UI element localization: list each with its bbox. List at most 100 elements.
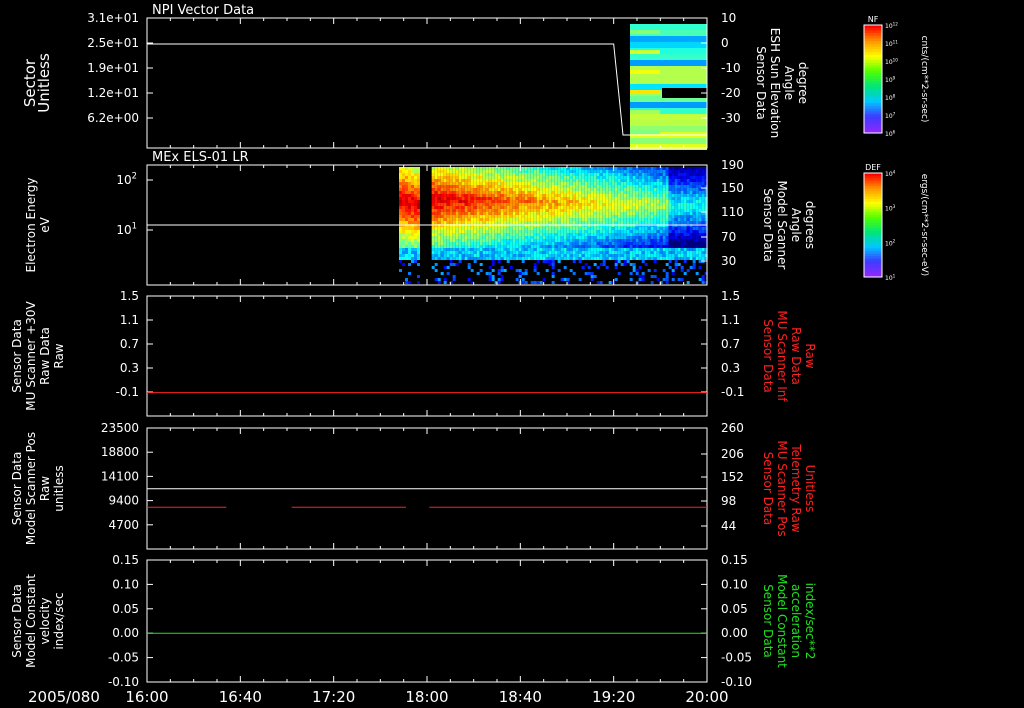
heatmap-cell [497,281,501,284]
heatmap-cell [482,209,486,212]
heatmap-cell [683,173,687,176]
heatmap-cell [656,182,660,185]
y-tick-label-left: 1.9e+01 [87,61,139,75]
heatmap-cell [605,194,609,197]
heatmap-cell [668,254,672,257]
heatmap-cell [488,182,492,185]
heatmap-cell [671,245,675,248]
heatmap-cell [431,176,435,179]
heatmap-cell [659,221,663,224]
heatmap-cell [698,179,702,182]
heatmap-cell [608,194,612,197]
heatmap-cell [417,173,420,176]
heatmap-cell [569,257,573,260]
heatmap-cell [614,188,618,191]
heatmap-cell [590,233,594,236]
heatmap-cell [452,206,456,209]
heatmap-cell [458,170,462,173]
heatmap-cell [668,233,672,236]
y-axis-label-right: MU Scanner Pos [775,440,789,536]
heatmap-cell [512,218,516,221]
heatmap-cell [569,182,573,185]
heatmap-cell [405,200,408,203]
heatmap-cell [599,176,603,179]
heatmap-cell [557,221,561,224]
heatmap-cell [446,197,450,200]
heatmap-cell [611,194,615,197]
heatmap-cell [446,218,450,221]
heatmap-cell [497,245,501,248]
heatmap-cell [695,230,699,233]
heatmap-cell [638,215,642,218]
heatmap-cell [470,197,474,200]
heatmap-cell [524,188,528,191]
heatmap-cell [632,167,636,170]
heatmap-cell [536,218,540,221]
heatmap-cell [434,257,438,260]
heatmap-cell [497,278,501,281]
heatmap-cell [527,206,531,209]
heatmap-cell [521,194,525,197]
heatmap-cell [461,194,465,197]
heatmap-cell [689,218,693,221]
heatmap-cell [405,242,408,245]
heatmap-cell [551,176,555,179]
heatmap-cell [399,215,402,218]
heatmap-cell [417,206,420,209]
heatmap-cell [554,179,558,182]
heatmap-cell [656,278,660,281]
heatmap-cell [698,218,702,221]
heatmap-cell [623,170,627,173]
heatmap-cell [671,176,675,179]
heatmap-cell [557,230,561,233]
heatmap-cell [623,254,627,257]
heatmap-cell [701,203,705,206]
heatmap-cell [512,257,516,260]
heatmap-cell [608,188,612,191]
heatmap-cell [464,188,468,191]
heatmap-cell [596,236,600,239]
heatmap-cell [491,230,495,233]
heatmap-cell [434,185,438,188]
colorbar-tick-label: 108 [885,93,896,102]
heatmap-cell [518,251,522,254]
heatmap-cell [402,185,405,188]
heatmap-cell [437,215,441,218]
heatmap-cell [596,281,600,284]
heatmap-cell [590,206,594,209]
heatmap-cell [479,203,483,206]
heatmap-cell [611,248,615,251]
heatmap-cell [521,227,525,230]
heatmap-cell [446,251,450,254]
heatmap-cell [593,257,597,260]
heatmap-cell [431,248,435,251]
heatmap-cell [614,203,618,206]
heatmap-cell [440,170,444,173]
heatmap-cell [551,188,555,191]
heatmap-cell [659,251,663,254]
heatmap-cell [491,191,495,194]
heatmap-cell [408,236,411,239]
heatmap-cell [470,248,474,251]
heatmap-cell [479,200,483,203]
heatmap-cell [443,221,447,224]
heatmap-cell [680,233,684,236]
heatmap-cell [458,167,462,170]
heatmap-cell [596,182,600,185]
heatmap-cell [674,170,678,173]
heatmap-cell [662,182,666,185]
y-axis-label-left: Sensor Data [10,452,24,526]
heatmap-cell [411,209,414,212]
heatmap-cell [611,191,615,194]
heatmap-cell [641,278,645,281]
heatmap-cell [614,245,618,248]
heatmap-cell [443,206,447,209]
heatmap-cell [494,200,498,203]
heatmap-cell [662,215,666,218]
heatmap-cell [692,212,696,215]
heatmap-cell [578,212,582,215]
heatmap-cell [608,281,612,284]
heatmap-cell [626,215,630,218]
heatmap-cell [680,179,684,182]
heatmap-cell [551,230,555,233]
